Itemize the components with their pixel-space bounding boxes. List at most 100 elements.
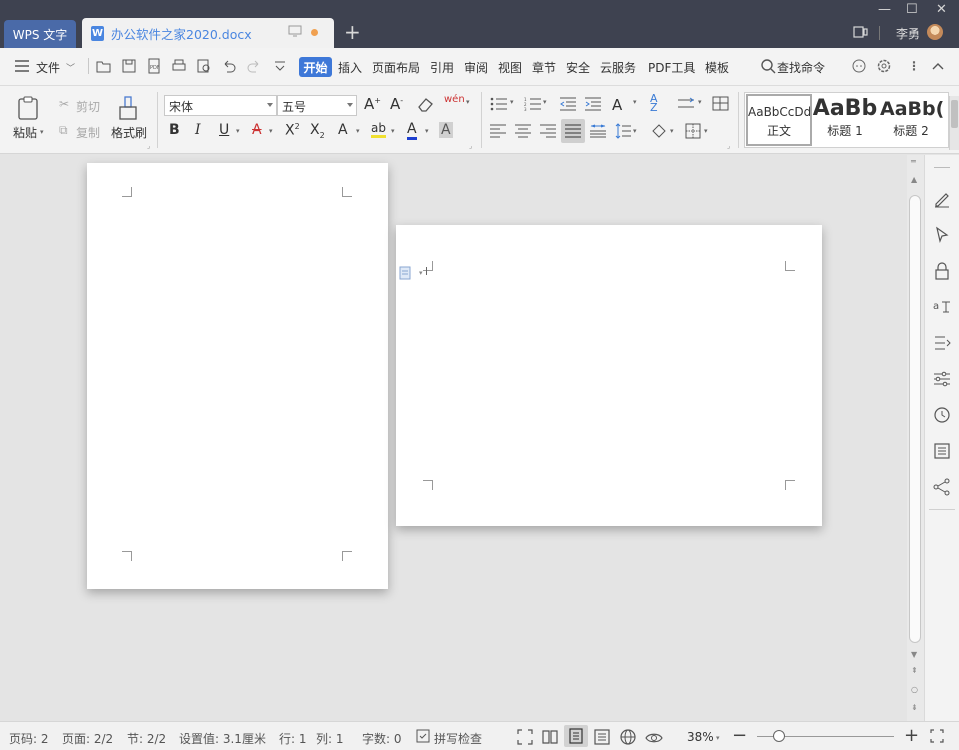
- chevron-down-icon[interactable]: ▾: [466, 98, 470, 106]
- tab-view[interactable]: 视图: [498, 59, 522, 76]
- clipboard-launcher-icon[interactable]: ⌟: [147, 142, 150, 150]
- chevron-down-icon[interactable]: ▾: [633, 98, 637, 106]
- tab-chapter[interactable]: 章节: [532, 59, 556, 76]
- tab-security[interactable]: 安全: [566, 59, 590, 76]
- paste-dropdown-icon[interactable]: ▾: [40, 128, 44, 136]
- status-page-number[interactable]: 页码: 2: [9, 730, 49, 747]
- status-column[interactable]: 列: 1: [316, 730, 344, 747]
- status-section[interactable]: 节: 2/2: [127, 730, 166, 747]
- scroll-down-arrow-icon[interactable]: ▼: [911, 650, 917, 659]
- font-launcher-icon[interactable]: ⌟: [469, 142, 472, 150]
- scroll-split-handle[interactable]: ═: [911, 157, 916, 166]
- shading-icon[interactable]: [650, 123, 668, 139]
- show-hide-marks-icon[interactable]: [712, 96, 729, 111]
- tab-home[interactable]: 开始: [299, 57, 332, 77]
- shrink-font-icon[interactable]: A-: [390, 95, 403, 113]
- cut-button[interactable]: 剪切: [76, 98, 100, 115]
- highlight-icon[interactable]: ab: [371, 121, 386, 138]
- print-preview-icon[interactable]: [196, 58, 212, 74]
- chevron-down-icon[interactable]: ▾: [670, 127, 674, 135]
- pen-edit-icon[interactable]: [932, 189, 952, 209]
- font-color-icon[interactable]: A: [407, 121, 417, 140]
- tab-references[interactable]: 引用: [430, 59, 454, 76]
- gear-icon[interactable]: [876, 58, 892, 74]
- text-effect-icon[interactable]: A: [338, 122, 348, 138]
- decrease-indent-icon[interactable]: [560, 97, 576, 111]
- export-pdf-icon[interactable]: PDF: [146, 58, 162, 74]
- document-page-1[interactable]: [87, 163, 388, 589]
- tab-cloud-service[interactable]: 云服务: [600, 59, 636, 76]
- distributed-align-icon[interactable]: [590, 124, 606, 138]
- chevron-down-icon[interactable]: ▾: [391, 127, 395, 135]
- align-right-icon[interactable]: [540, 124, 556, 138]
- borders-icon[interactable]: [685, 123, 701, 139]
- history-icon[interactable]: [932, 405, 952, 425]
- window-layout-icon[interactable]: [853, 25, 868, 39]
- document-workspace[interactable]: ▾: [0, 155, 907, 721]
- zoom-slider-handle[interactable]: [773, 730, 785, 742]
- outline-navigation-icon[interactable]: [932, 333, 952, 353]
- chevron-down-icon[interactable]: ▾: [419, 269, 423, 277]
- style-gallery-scroll[interactable]: [949, 96, 959, 150]
- page-view-button[interactable]: [564, 725, 588, 747]
- chevron-down-icon[interactable]: ▾: [425, 127, 429, 135]
- copy-button[interactable]: 复制: [76, 124, 100, 141]
- subscript-icon[interactable]: X2: [310, 122, 325, 140]
- eye-protection-icon[interactable]: [645, 728, 663, 746]
- change-case-icon[interactable]: A: [612, 96, 622, 114]
- quick-access-dropdown-icon[interactable]: [272, 58, 288, 74]
- pinyin-guide-icon[interactable]: wén: [444, 94, 465, 105]
- monitor-icon[interactable]: [288, 24, 302, 38]
- pointer-select-icon[interactable]: [932, 225, 952, 245]
- italic-icon[interactable]: I: [195, 122, 201, 138]
- status-setting-value[interactable]: 设置值: 3.1厘米: [179, 730, 266, 747]
- style-heading-1[interactable]: AaBb 标题 1: [812, 96, 878, 144]
- bold-icon[interactable]: B: [169, 122, 180, 138]
- char-shading-icon[interactable]: A: [439, 122, 453, 138]
- chevron-down-icon[interactable]: ▾: [510, 98, 514, 106]
- fit-page-icon[interactable]: [930, 729, 944, 743]
- zoom-in-button[interactable]: +: [904, 725, 919, 746]
- redo-icon[interactable]: [246, 58, 262, 74]
- reading-mode-icon[interactable]: [541, 728, 559, 746]
- minimize-button[interactable]: —: [878, 2, 891, 17]
- chevron-down-icon[interactable]: ﹀: [66, 61, 75, 74]
- font-size-select[interactable]: 五号: [277, 95, 357, 116]
- outline-view-icon[interactable]: [593, 728, 611, 746]
- chevron-down-icon[interactable]: ▾: [269, 127, 273, 135]
- clipboard-icon[interactable]: [16, 95, 40, 121]
- adjust-settings-icon[interactable]: [932, 369, 952, 389]
- lock-icon[interactable]: [932, 261, 952, 281]
- search-command[interactable]: 查找命令: [777, 59, 825, 76]
- maximize-button[interactable]: ☐: [906, 2, 918, 17]
- status-page-count[interactable]: 页面: 2/2: [62, 730, 113, 747]
- zoom-level[interactable]: 38%: [687, 730, 714, 744]
- bullet-list-icon[interactable]: [490, 97, 508, 111]
- grow-font-icon[interactable]: A+: [364, 95, 381, 113]
- share-icon[interactable]: [932, 477, 952, 497]
- tab-templates[interactable]: 模板: [705, 59, 729, 76]
- spell-check-button[interactable]: 拼写检查: [434, 730, 482, 747]
- browse-object-icon[interactable]: ○: [911, 685, 918, 694]
- document-page-2[interactable]: ▾: [396, 225, 822, 526]
- vertical-scroll-thumb[interactable]: [909, 195, 921, 643]
- chevron-down-icon[interactable]: ▾: [698, 98, 702, 106]
- undo-icon[interactable]: [221, 58, 237, 74]
- chevron-down-icon[interactable]: ▾: [356, 127, 360, 135]
- spell-check-icon[interactable]: [416, 729, 430, 743]
- collapse-ribbon-icon[interactable]: [930, 58, 946, 74]
- zoom-out-button[interactable]: −: [732, 725, 747, 746]
- avatar[interactable]: [927, 24, 943, 40]
- justify-button[interactable]: [561, 119, 585, 143]
- tab-review[interactable]: 审阅: [464, 59, 488, 76]
- style-gallery-scroll-thumb[interactable]: [951, 100, 958, 128]
- paragraph-spacing-icon[interactable]: [678, 97, 696, 111]
- format-painter-icon[interactable]: [117, 95, 139, 121]
- strikethrough-icon[interactable]: A: [252, 122, 262, 138]
- translate-icon[interactable]: a: [932, 297, 952, 317]
- chevron-down-icon[interactable]: ▾: [543, 98, 547, 106]
- status-row[interactable]: 行: 1: [279, 730, 307, 747]
- user-name[interactable]: 李勇: [896, 25, 920, 42]
- feedback-icon[interactable]: [851, 58, 867, 74]
- line-spacing-icon[interactable]: [615, 123, 631, 139]
